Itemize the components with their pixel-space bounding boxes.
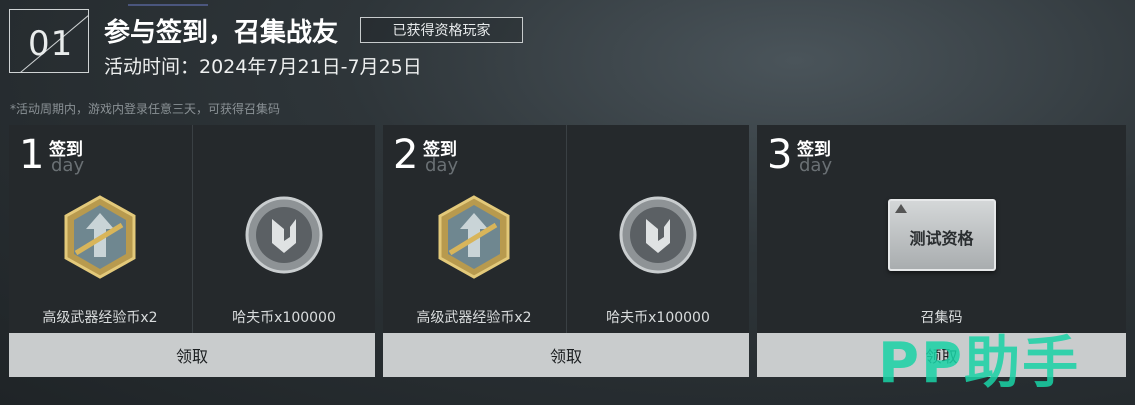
day-number: 3	[767, 132, 793, 178]
warning-icon	[894, 204, 907, 213]
card-text: 测试资格	[909, 229, 974, 248]
reward-slot: 哈夫币x100000	[192, 125, 375, 333]
reward-slot: 哈夫币x100000	[566, 125, 749, 333]
activity-number-box: 01	[9, 9, 89, 73]
day-word: day	[425, 155, 459, 176]
signin-card-day-2: 2 签到 day 高级武器经验币x2 哈夫币x100000 领取	[383, 125, 749, 377]
claim-button[interactable]: 领取	[9, 333, 375, 377]
reward-label: 高级武器经验币x2	[42, 310, 158, 326]
test-qualification-card-icon: 测试资格	[887, 199, 996, 271]
reward-label: 高级武器经验币x2	[416, 310, 532, 326]
activity-number: 01	[28, 24, 74, 64]
qualified-badge: 已获得资格玩家	[360, 17, 523, 43]
activity-time: 活动时间：2024年7月21日-7月25日	[104, 56, 422, 78]
reward-slot: 1 签到 day 高级武器经验币x2	[9, 125, 191, 333]
reward-label: 哈夫币x100000	[232, 310, 336, 326]
day-word: day	[51, 155, 85, 176]
top-accent-line	[128, 4, 208, 6]
haf-coin-icon	[244, 195, 324, 279]
signin-card-day-1: 1 签到 day 高级武器经验币x2 哈夫币x100000 领取	[9, 125, 375, 377]
weapon-exp-coin-icon	[62, 195, 138, 283]
activity-note: *活动周期内，游戏内登录任意三天，可获得召集码	[10, 102, 281, 116]
claim-button[interactable]: 领取	[383, 333, 749, 377]
day-number: 1	[19, 132, 45, 178]
reward-slot: 2 签到 day 高级武器经验币x2	[383, 125, 565, 333]
weapon-exp-coin-icon	[436, 195, 512, 283]
page-title: 参与签到，召集战友	[104, 18, 339, 48]
haf-coin-icon	[618, 195, 698, 279]
watermark: PP助手	[878, 331, 1081, 396]
day-number: 2	[393, 132, 419, 178]
day-word: day	[799, 155, 833, 176]
reward-label: 哈夫币x100000	[606, 310, 710, 326]
